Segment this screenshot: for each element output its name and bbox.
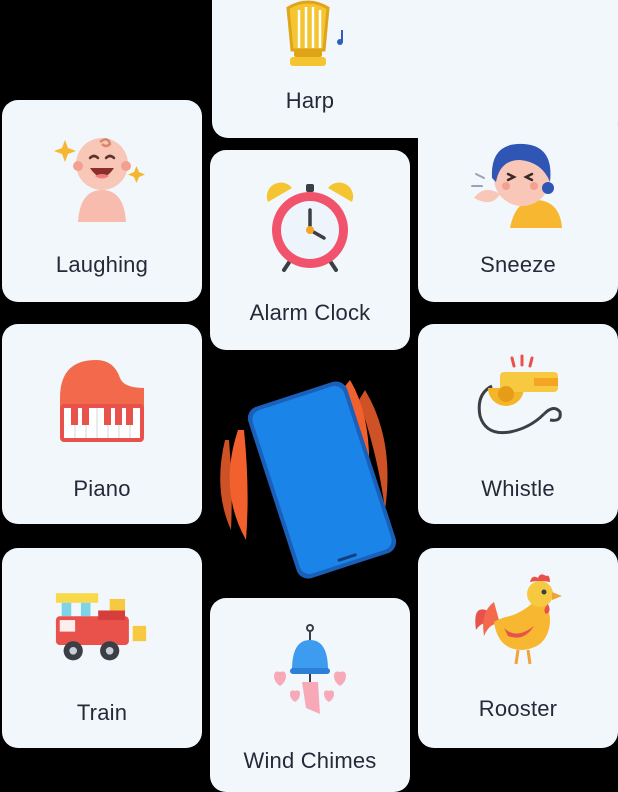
- sound-card-rooster[interactable]: Rooster: [418, 548, 618, 748]
- sound-card-laughing[interactable]: Laughing: [2, 100, 202, 302]
- whistle-icon: [470, 354, 566, 450]
- sound-label-rooster: Rooster: [478, 696, 558, 721]
- sound-label-wind-chimes: Wind Chimes: [243, 748, 377, 773]
- sneeze-icon: [470, 132, 566, 228]
- sound-card-piano[interactable]: Piano: [2, 324, 202, 524]
- alarm-clock-icon: [262, 180, 358, 276]
- sound-card-wind-chimes[interactable]: Wind Chimes: [210, 598, 410, 792]
- sound-label-piano: Piano: [73, 476, 131, 501]
- sound-label-train: Train: [76, 700, 128, 725]
- rooster-icon: [470, 572, 566, 668]
- laughing-baby-icon: [54, 126, 150, 222]
- sound-card-train[interactable]: Train: [2, 548, 202, 748]
- train-icon: [54, 574, 150, 670]
- vibrating-phone-icon: [210, 360, 440, 590]
- harp-icon: [260, 0, 356, 86]
- sound-label-alarm-clock: Alarm Clock: [249, 300, 371, 325]
- sound-card-alarm-clock[interactable]: Alarm Clock: [210, 150, 410, 350]
- sound-label-sneeze: Sneeze: [480, 252, 556, 277]
- sound-label-whistle: Whistle: [481, 476, 555, 501]
- sound-label-harp: Harp: [285, 88, 335, 113]
- sound-card-sneeze[interactable]: Sneeze: [418, 110, 618, 302]
- sound-card-whistle[interactable]: Whistle: [418, 324, 618, 524]
- sound-label-laughing: Laughing: [55, 252, 149, 277]
- wind-chimes-icon: [262, 624, 358, 720]
- piano-icon: [54, 354, 150, 450]
